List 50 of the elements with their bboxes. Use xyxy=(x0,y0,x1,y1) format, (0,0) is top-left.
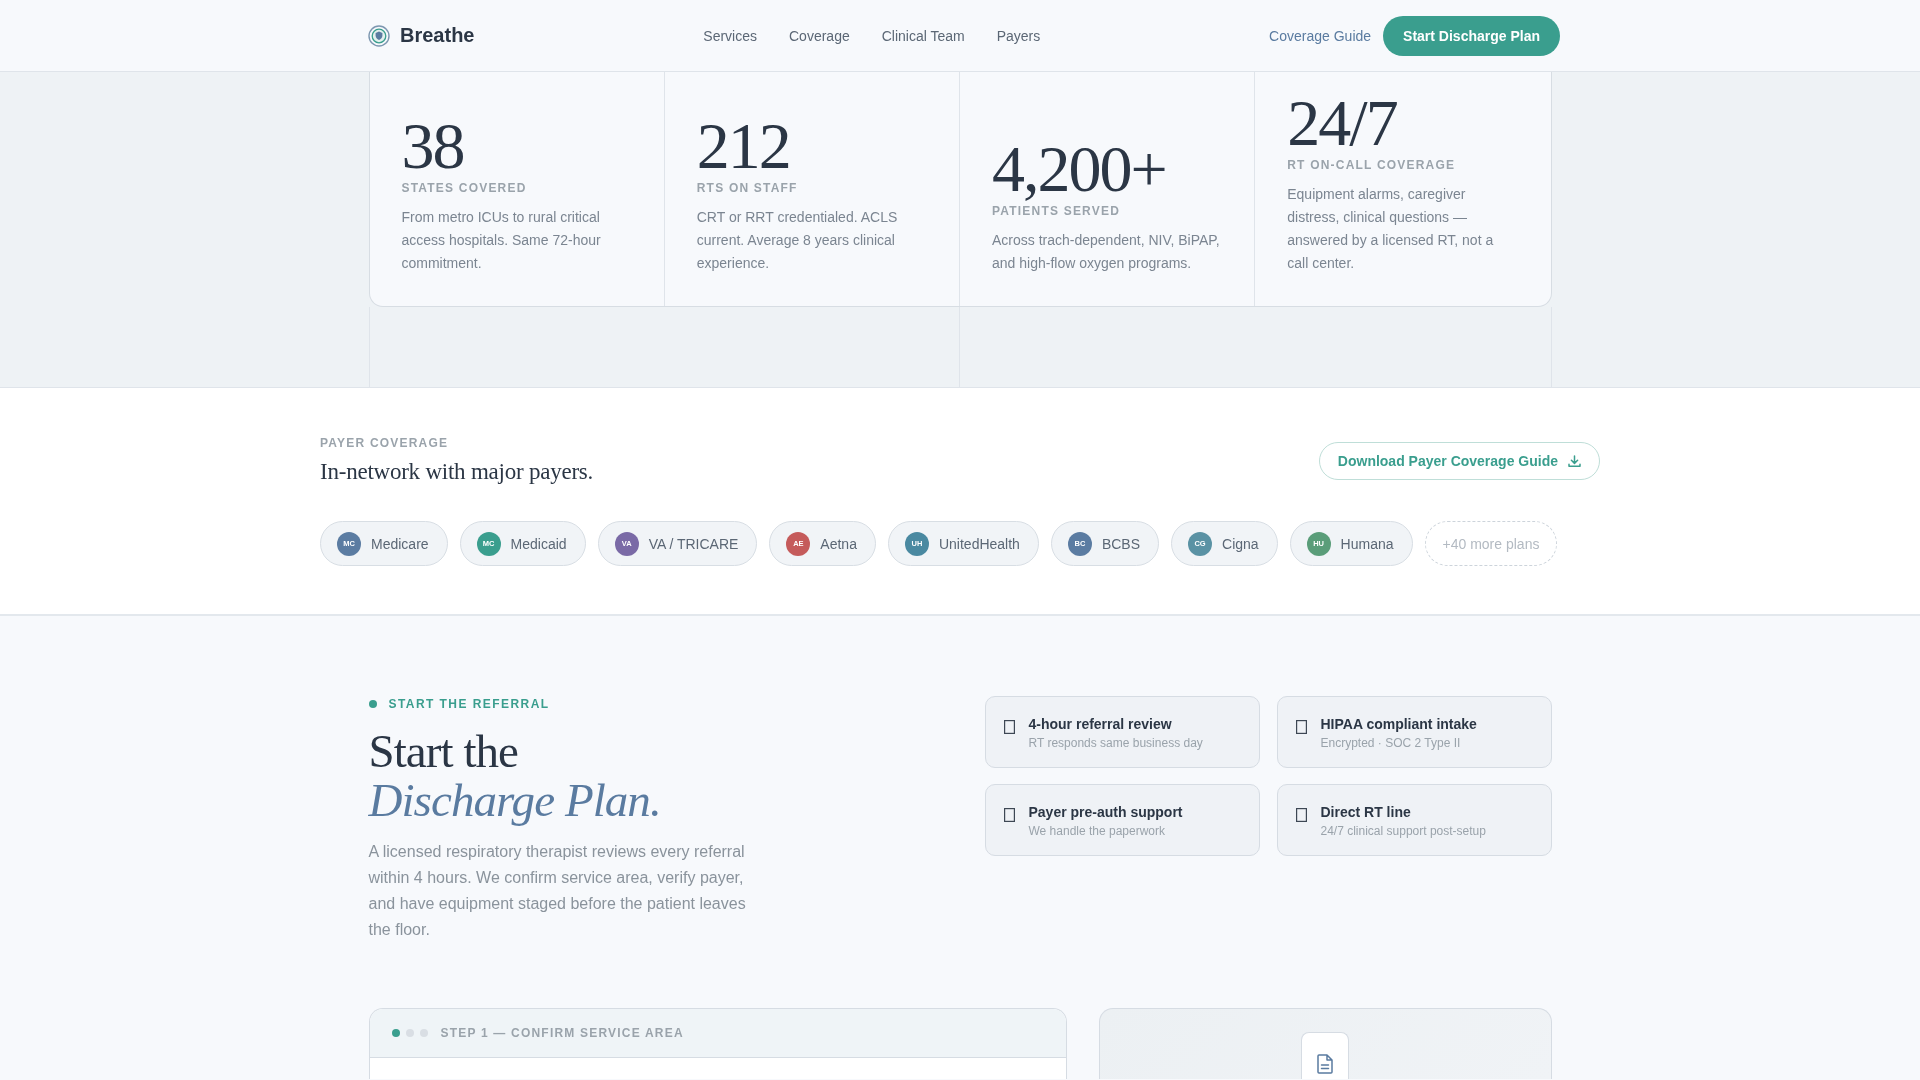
start-plan-button[interactable]: Start Discharge Plan xyxy=(1383,15,1560,56)
feature-subtitle: 24/7 clinical support post-setup xyxy=(1320,823,1486,839)
square-outline-icon xyxy=(1295,720,1307,734)
payer-name: Humana xyxy=(1340,535,1394,552)
payer-name: VA / TRICARE xyxy=(648,535,739,552)
stat-label: RT ON-CALL COVERAGE xyxy=(1287,157,1457,173)
stat-value: 4,200+ xyxy=(992,136,1167,202)
square-outline-icon xyxy=(1003,720,1015,734)
hero-heading: Start the Discharge Plan. xyxy=(368,727,661,825)
payer-name: Medicaid xyxy=(510,535,567,552)
stat-description: CRT or RRT credentialed. ACLS current. Average 8 years clinical experience. xyxy=(696,208,899,273)
feature-subtitle: We handle the paperwork xyxy=(1028,823,1167,839)
feature-title: Payer pre-auth support xyxy=(1028,803,1183,821)
payer-name: BCBS xyxy=(1101,535,1140,552)
stat-value: 212 xyxy=(696,113,791,179)
square-outline-icon xyxy=(1003,808,1015,822)
nav-link[interactable]: Payers xyxy=(996,27,1041,44)
stat-description: From metro ICUs to rural critical access hospitals. Same 72-hour commitment. xyxy=(401,208,602,273)
hero-paragraph: A licensed respiratory therapist reviews every referral within 4 hours. We confirm service area, verify payer, and have equipment staged before the patient leaves the floor. xyxy=(368,842,747,940)
feature-title: HIPAA compliant intake xyxy=(1320,715,1477,733)
stat-label: RTS ON STAFF xyxy=(696,180,799,196)
stat-value: 38 xyxy=(401,113,465,179)
feature-title: 4-hour referral review xyxy=(1028,715,1173,733)
feature-subtitle: Encrypted · SOC 2 Type II xyxy=(1320,735,1462,751)
download-guide-button[interactable]: Download Payer Coverage Guide xyxy=(1318,442,1600,480)
stat-description: Across trach-dependent, NIV, BiPAP, and high-flow oxygen programs. xyxy=(992,231,1221,273)
document-icon xyxy=(1317,1054,1333,1074)
feature-subtitle: RT responds same business day xyxy=(1028,735,1203,751)
section-heading: In-network with major payers. xyxy=(320,458,594,486)
nav-link[interactable]: Services xyxy=(703,27,757,44)
stat-label: PATIENTS SERVED xyxy=(992,203,1122,219)
payer-name: UnitedHealth xyxy=(938,535,1020,552)
nav-link[interactable]: Coverage xyxy=(789,27,850,44)
square-outline-icon xyxy=(1295,808,1307,822)
payer-name: Aetna xyxy=(820,535,857,552)
stat-description: Equipment alarms, caregiver distress, clinical questions — answered by a licensed RT, not a call center. xyxy=(1287,185,1495,273)
section-eyebrow: START THE REFERRAL xyxy=(388,696,550,712)
logo-icon xyxy=(368,24,390,47)
step-title: STEP 1 — CONFIRM SERVICE AREA xyxy=(440,1026,684,1040)
brand-name[interactable]: Breathe xyxy=(400,24,475,47)
coverage-guide-link[interactable]: Coverage Guide xyxy=(1269,27,1372,44)
stat-value: 24/7 xyxy=(1287,90,1398,156)
download-icon xyxy=(1568,454,1581,468)
payer-name: Cigna xyxy=(1222,535,1259,552)
feature-title: Direct RT line xyxy=(1320,803,1412,821)
dot-icon xyxy=(368,700,377,708)
nav-link[interactable]: Clinical Team xyxy=(881,27,965,44)
payer-name: Medicare xyxy=(371,535,429,552)
stat-label: STATES COVERED xyxy=(401,180,528,196)
section-eyebrow: PAYER COVERAGE xyxy=(320,435,450,451)
